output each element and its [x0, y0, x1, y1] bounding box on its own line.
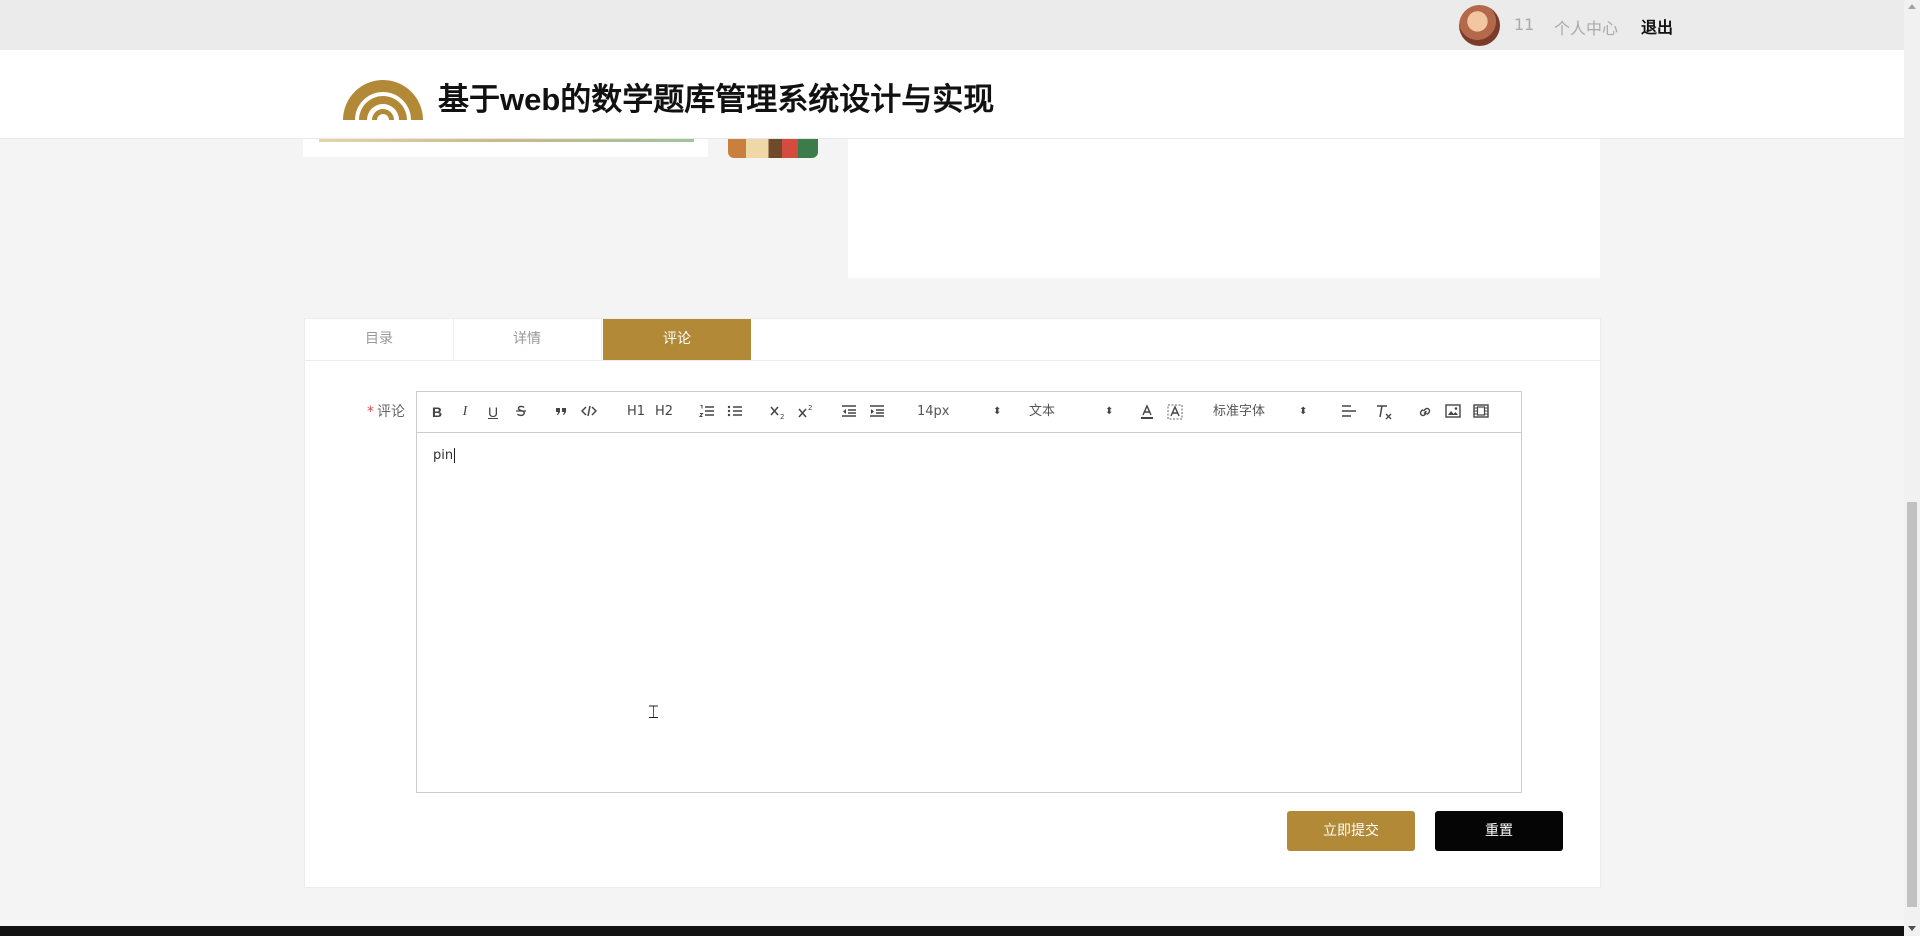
comment-text: pin	[433, 448, 454, 463]
clear-format-icon[interactable]	[1375, 402, 1393, 422]
bullet-list-icon[interactable]	[727, 402, 743, 422]
comment-label-text: 评论	[377, 404, 405, 420]
header-format-value: 文本	[1029, 404, 1056, 419]
outdent-icon[interactable]	[841, 402, 857, 422]
top-bar: 11 个人中心 退出	[0, 0, 1904, 50]
vertical-scrollbar[interactable]	[1904, 0, 1920, 936]
superscript-icon[interactable]: 2	[797, 402, 815, 422]
bold-button[interactable]: B	[429, 402, 445, 422]
comment-content-area[interactable]: pin	[433, 448, 456, 463]
select-arrows-icon: ⬍	[993, 406, 1002, 417]
scroll-down-arrow-icon[interactable]	[1908, 926, 1916, 931]
header-1-button[interactable]: H1	[625, 402, 647, 422]
rich-text-editor: B I U H1 H2 2 2 14px ⬍ 文本 ⬍ 标准字体 ⬍ pin	[416, 391, 1522, 793]
product-thumbnail[interactable]	[728, 138, 818, 158]
product-info-panel	[848, 138, 1600, 278]
ordered-list-icon[interactable]	[699, 402, 715, 422]
link-icon[interactable]	[1417, 402, 1433, 422]
select-arrows-icon: ⬍	[1105, 406, 1114, 417]
svg-text:2: 2	[808, 404, 812, 412]
site-title: 基于web的数学题库管理系统设计与实现	[438, 82, 995, 117]
image-icon[interactable]	[1445, 402, 1461, 422]
font-family-value: 标准字体	[1213, 404, 1266, 419]
site-header: 基于web的数学题库管理系统设计与实现	[0, 50, 1904, 139]
subscript-icon[interactable]: 2	[769, 402, 787, 422]
strikethrough-icon[interactable]	[513, 402, 529, 422]
text-cursor-icon: ⌶	[648, 702, 659, 723]
profile-center-link[interactable]: 个人中心	[1554, 15, 1618, 39]
tab-catalog[interactable]: 目录	[305, 319, 454, 360]
tab-details[interactable]: 详情	[453, 319, 602, 360]
header-2-button[interactable]: H2	[653, 402, 675, 422]
blockquote-icon[interactable]	[553, 402, 569, 422]
user-avatar[interactable]	[1459, 5, 1500, 46]
reset-button[interactable]: 重置	[1435, 811, 1563, 851]
underline-button[interactable]: U	[485, 402, 501, 422]
video-icon[interactable]	[1473, 402, 1489, 422]
header-format-select[interactable]: 文本 ⬍	[1029, 402, 1114, 422]
product-image	[303, 138, 708, 157]
background-color-icon[interactable]	[1167, 402, 1183, 422]
font-color-icon[interactable]	[1139, 402, 1155, 422]
comment-field-label: * 评论	[367, 401, 405, 421]
required-mark: *	[367, 404, 374, 420]
username: 11	[1514, 15, 1535, 34]
text-caret	[454, 448, 456, 463]
scrollbar-thumb[interactable]	[1907, 502, 1917, 907]
detail-section: 目录 详情 评论 * 评论 B I U H1 H2 2 2 14px ⬍ 文本 …	[304, 318, 1601, 888]
editor-toolbar: B I U H1 H2 2 2 14px ⬍ 文本 ⬍ 标准字体 ⬍	[417, 392, 1521, 433]
indent-icon[interactable]	[869, 402, 885, 422]
align-left-icon[interactable]	[1341, 402, 1357, 422]
logout-link[interactable]: 退出	[1641, 14, 1673, 38]
svg-text:2: 2	[780, 413, 784, 420]
tab-comments[interactable]: 评论	[603, 319, 751, 360]
font-family-select[interactable]: 标准字体 ⬍	[1213, 402, 1308, 422]
page-footer	[0, 926, 1904, 936]
site-logo-icon	[343, 80, 423, 120]
scroll-up-arrow-icon[interactable]	[1908, 4, 1916, 9]
code-block-icon[interactable]	[581, 402, 597, 422]
detail-tabs: 目录 详情 评论	[305, 319, 1600, 361]
font-size-select[interactable]: 14px ⬍	[917, 402, 1002, 422]
italic-button[interactable]: I	[457, 402, 473, 422]
submit-button[interactable]: 立即提交	[1287, 811, 1415, 851]
select-arrows-icon: ⬍	[1299, 406, 1308, 417]
font-size-value: 14px	[917, 404, 950, 419]
